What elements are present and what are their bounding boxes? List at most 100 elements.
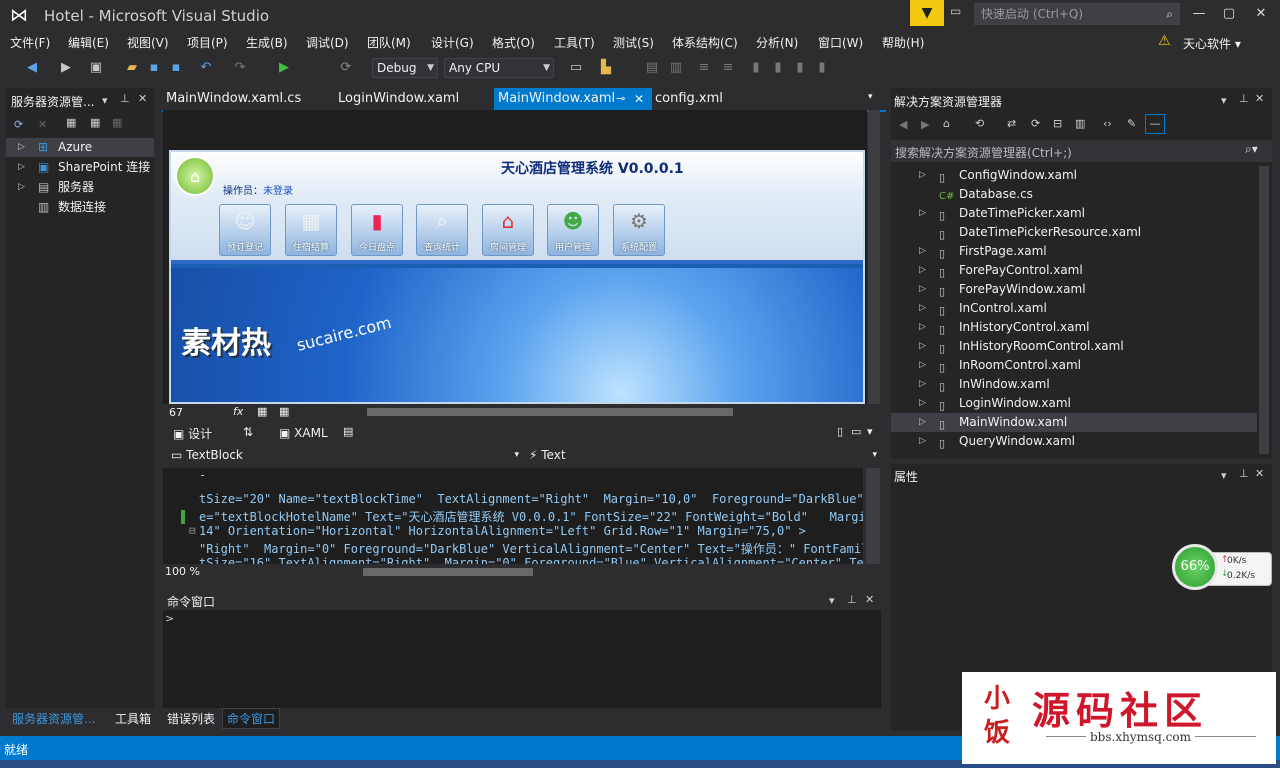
home-icon[interactable]: ⌂ bbox=[943, 117, 950, 130]
tree-item[interactable]: ▷ ▯ InControl.xaml bbox=[891, 299, 1257, 318]
tab-error-list[interactable]: 错误列表 bbox=[167, 710, 215, 727]
save-all-icon[interactable]: ▪ bbox=[168, 60, 184, 76]
properties-icon[interactable]: ✎ bbox=[1127, 117, 1136, 130]
solution-scrollbar[interactable] bbox=[1259, 166, 1269, 454]
quick-launch-input[interactable]: 快速启动 (Ctrl+Q) ⌕ bbox=[974, 3, 1180, 25]
close-icon[interactable]: ✕ bbox=[1255, 467, 1264, 480]
tab-design[interactable]: ▣ 设计 bbox=[173, 425, 212, 442]
checkout-button[interactable]: ▦ 住宿结算 bbox=[285, 204, 337, 256]
tree-item[interactable]: ▷ ▣ SharePoint 连接 bbox=[6, 158, 154, 177]
save-icon[interactable]: ▪ bbox=[146, 60, 162, 76]
connect-server-icon[interactable]: ▦ bbox=[90, 116, 100, 129]
prev-bookmark-icon[interactable]: ▮ bbox=[770, 60, 786, 76]
tab-overflow-icon[interactable]: ▾ bbox=[868, 92, 873, 102]
xaml-code-editor[interactable]: ⊟ - tSize="20" Name="textBlockTime" Text… bbox=[163, 468, 863, 564]
expand-arrow-icon[interactable]: ▷ bbox=[18, 158, 25, 177]
element-selector[interactable]: ▭ TextBlock ▾ bbox=[167, 448, 523, 466]
network-monitor-widget[interactable]: 0K/s 0.2K/s ↑ ↓ 66% bbox=[1172, 544, 1276, 590]
user-management-button[interactable]: ☻ 用户管理 bbox=[547, 204, 599, 256]
designer-zoom-value[interactable]: 67 bbox=[169, 406, 183, 419]
show-all-files-icon[interactable]: ▥ bbox=[1075, 117, 1085, 130]
tab-command-window[interactable]: 命令窗口 bbox=[222, 708, 281, 729]
collapse-pane-icon[interactable]: ▾ bbox=[867, 425, 873, 438]
platform-select[interactable]: Any CPU ▼ bbox=[444, 58, 554, 78]
align-left-icon[interactable]: ▤ bbox=[644, 60, 660, 76]
tree-item[interactable]: ▷ ▯ ForePayWindow.xaml bbox=[891, 280, 1257, 299]
tab-mainwindow-cs[interactable]: MainWindow.xaml.cs bbox=[162, 88, 305, 110]
code-vertical-scrollbar[interactable] bbox=[866, 468, 880, 564]
tree-item[interactable]: ▷ ▯ InHistoryControl.xaml bbox=[891, 318, 1257, 337]
tree-item[interactable]: ▯ DateTimePickerResource.xaml bbox=[891, 223, 1257, 242]
tree-item[interactable]: ▷ ▯ ConfigWindow.xaml bbox=[891, 166, 1257, 185]
menu-test[interactable]: 测试(S) bbox=[613, 34, 654, 51]
close-icon[interactable]: ✕ bbox=[1255, 92, 1264, 105]
user-account[interactable]: 天心软件 ▾ bbox=[1183, 35, 1241, 52]
indent-icon[interactable]: ≡ bbox=[696, 60, 712, 76]
back-icon[interactable]: ◀ bbox=[24, 60, 40, 76]
menu-architecture[interactable]: 体系结构(C) bbox=[672, 34, 738, 51]
pin-icon[interactable]: ⊥ bbox=[1239, 92, 1249, 105]
query-stats-button[interactable]: ⌕ 查询统计 bbox=[416, 204, 468, 256]
expand-arrow-icon[interactable]: ▷ bbox=[919, 242, 926, 261]
code-zoom-value[interactable]: 100 % bbox=[165, 565, 200, 578]
menu-help[interactable]: 帮助(H) bbox=[882, 34, 924, 51]
dropdown-icon[interactable]: ▾ bbox=[829, 594, 835, 607]
booking-button[interactable]: ☺ 预订登记 bbox=[219, 204, 271, 256]
close-icon[interactable]: ✕ bbox=[138, 92, 147, 105]
view-code-icon[interactable]: ‹› bbox=[1103, 117, 1112, 130]
minimize-button[interactable]: — bbox=[1184, 2, 1214, 26]
close-tab-icon[interactable]: ✕ bbox=[634, 88, 644, 110]
refresh-icon[interactable]: ⟳ bbox=[338, 60, 354, 76]
expand-arrow-icon[interactable]: ▷ bbox=[919, 356, 926, 375]
refresh-icon[interactable]: ⟳ bbox=[1031, 117, 1040, 130]
new-project-icon[interactable]: ▣ bbox=[88, 60, 104, 76]
feedback-icon[interactable]: ▭ bbox=[950, 4, 966, 20]
tab-xaml[interactable]: ▣ XAML bbox=[279, 426, 328, 440]
snap-grid-icon[interactable]: ▦ bbox=[279, 405, 289, 418]
menu-file[interactable]: 文件(F) bbox=[10, 34, 50, 51]
tree-item[interactable]: ▷ ▯ QueryWindow.xaml bbox=[891, 432, 1257, 451]
tree-item[interactable]: ▷ ▯ ForePayControl.xaml bbox=[891, 261, 1257, 280]
split-vertical-icon[interactable]: ▯ bbox=[837, 425, 843, 438]
align-center-icon[interactable]: ▥ bbox=[668, 60, 684, 76]
dropdown-icon[interactable]: ▾ bbox=[1221, 469, 1227, 482]
collapse-all-icon[interactable]: ⊟ bbox=[1053, 117, 1062, 130]
back-icon[interactable]: ◀ bbox=[899, 118, 907, 131]
tree-item[interactable]: ▷ ▯ LoginWindow.xaml bbox=[891, 394, 1257, 413]
tree-item[interactable]: ▷ ⊞ Azure bbox=[6, 138, 154, 157]
menu-edit[interactable]: 编辑(E) bbox=[68, 34, 109, 51]
menu-build[interactable]: 生成(B) bbox=[246, 34, 288, 51]
tree-item[interactable]: C# Database.cs bbox=[891, 185, 1257, 204]
find-icon[interactable]: ▭ bbox=[568, 60, 584, 76]
clear-bookmarks-icon[interactable]: ▮ bbox=[814, 60, 830, 76]
menu-window[interactable]: 窗口(W) bbox=[818, 34, 863, 51]
tab-config-xml[interactable]: config.xml bbox=[651, 88, 727, 110]
split-horizontal-icon[interactable]: ▭ bbox=[851, 425, 861, 438]
expand-arrow-icon[interactable]: ▷ bbox=[919, 432, 926, 451]
notification-filter-icon[interactable]: ▼ bbox=[910, 0, 944, 26]
tree-item[interactable]: ▷ ▯ InRoomControl.xaml bbox=[891, 356, 1257, 375]
history-icon[interactable]: ⟲ bbox=[975, 117, 984, 130]
code-horizontal-scrollbar[interactable] bbox=[363, 568, 533, 576]
pin-icon[interactable]: ⊥ bbox=[120, 92, 130, 105]
pin-icon[interactable]: ⊥ bbox=[847, 593, 857, 606]
forward-icon[interactable]: ▶ bbox=[921, 118, 929, 131]
expand-arrow-icon[interactable]: ▷ bbox=[18, 138, 25, 157]
system-config-button[interactable]: ⚙ 系统配置 bbox=[613, 204, 665, 256]
connect-database-icon[interactable]: ▦ bbox=[66, 116, 76, 129]
expand-arrow-icon[interactable]: ▷ bbox=[919, 204, 926, 223]
dropdown-icon[interactable]: ▾ bbox=[102, 94, 108, 107]
sharepoint-icon[interactable]: ▦ bbox=[112, 116, 122, 129]
collapse-region-icon[interactable]: ⊟ bbox=[189, 524, 196, 537]
expand-arrow-icon[interactable]: ▷ bbox=[919, 375, 926, 394]
tree-item[interactable]: ▷ ▯ InHistoryRoomControl.xaml bbox=[891, 337, 1257, 356]
grid-icon[interactable]: ▦ bbox=[257, 405, 267, 418]
sync-icon[interactable]: ⇄ bbox=[1007, 117, 1016, 130]
expand-arrow-icon[interactable]: ▷ bbox=[919, 413, 926, 432]
tree-item[interactable]: ▷ ▯ InWindow.xaml bbox=[891, 375, 1257, 394]
room-management-button[interactable]: ⌂ 房间管理 bbox=[482, 204, 534, 256]
dropdown-icon[interactable]: ▾ bbox=[1221, 94, 1227, 107]
tree-item[interactable]: ▷ ▯ FirstPage.xaml bbox=[891, 242, 1257, 261]
pin-icon[interactable]: ⊸ bbox=[616, 88, 625, 110]
close-icon[interactable]: ✕ bbox=[865, 593, 874, 606]
